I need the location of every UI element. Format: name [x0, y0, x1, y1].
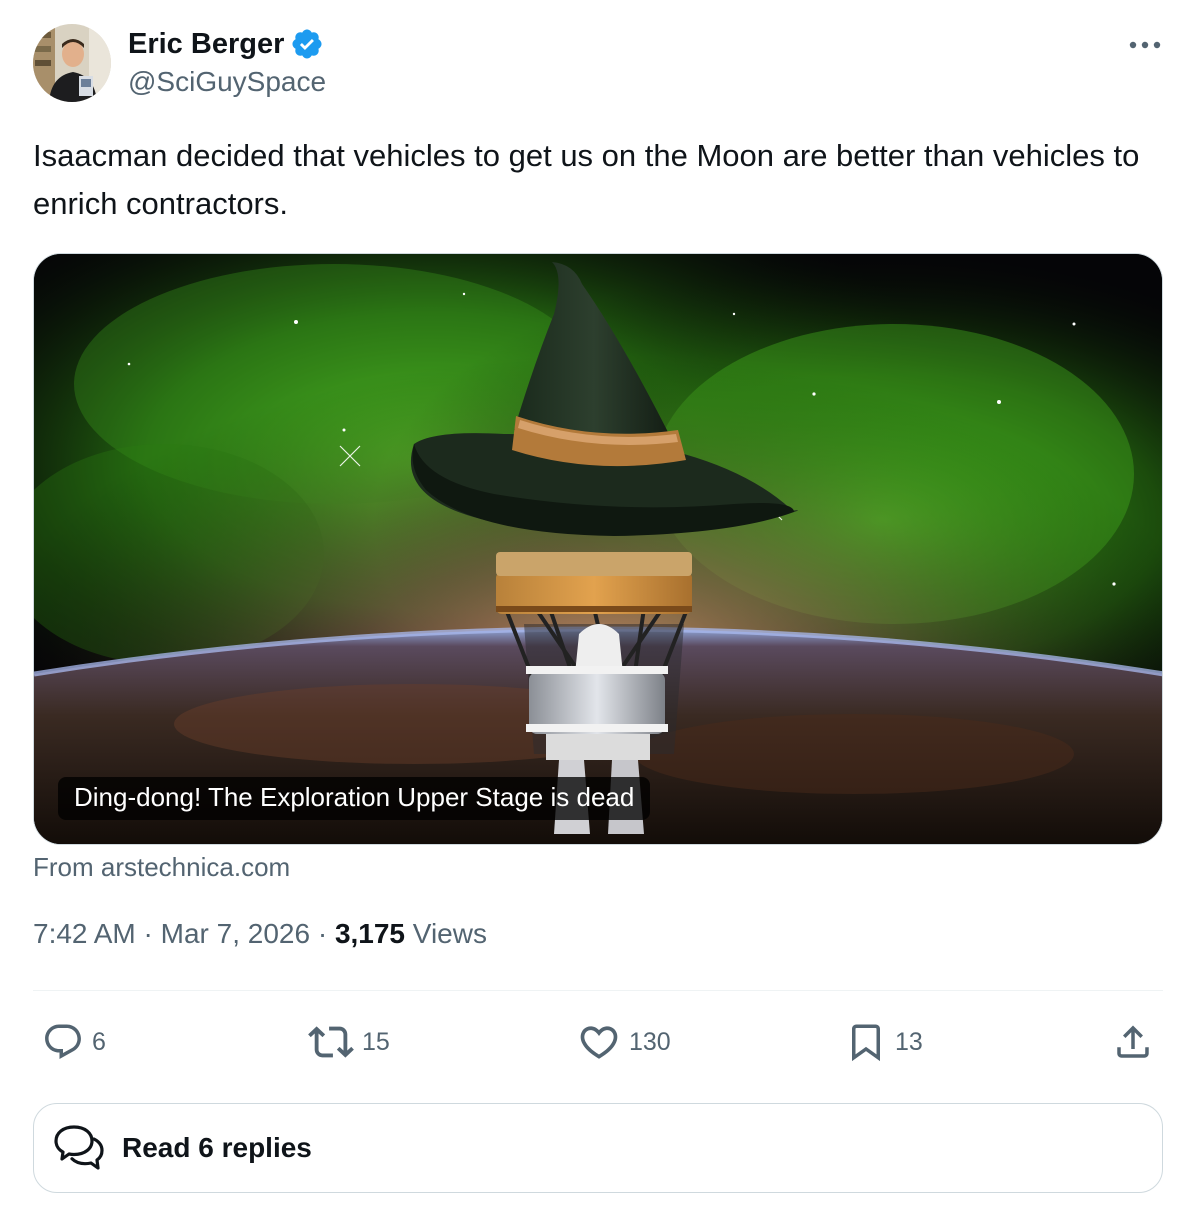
reply-icon — [45, 1024, 81, 1059]
meta-separator: · — [135, 918, 161, 949]
read-replies-label: Read 6 replies — [122, 1132, 312, 1163]
retweet-icon — [308, 1026, 354, 1058]
reply-count: 6 — [92, 1027, 106, 1056]
more-icon — [1129, 41, 1161, 49]
display-name[interactable]: Eric Berger — [128, 28, 284, 61]
more-button[interactable] — [1124, 30, 1166, 60]
media-card[interactable]: Ding-dong! The Exploration Upper Stage i… — [33, 253, 1163, 845]
tweet-date[interactable]: Mar 7, 2026 — [161, 918, 310, 949]
tweet: Eric Berger @SciGuySpace Isaacman decide… — [0, 0, 1196, 1212]
verified-badge-icon[interactable] — [290, 27, 324, 61]
handle[interactable]: @SciGuySpace — [128, 66, 326, 98]
bookmark-icon — [852, 1024, 880, 1062]
chat-bubbles-icon — [54, 1125, 104, 1170]
media-image — [34, 254, 1162, 844]
tweet-text: Isaacman decided that vehicles to get us… — [33, 138, 1148, 221]
media-source-link[interactable]: From arstechnica.com — [33, 852, 290, 883]
media-caption: Ding-dong! The Exploration Upper Stage i… — [58, 777, 651, 820]
action-bar: 6 15 130 13 — [0, 1010, 1196, 1074]
views-count: 3,175 — [334, 918, 406, 949]
views-label: Views — [405, 918, 487, 949]
tweet-meta: 7:42 AM · Mar 7, 2026 · 3,175 Views — [33, 918, 487, 950]
display-name-row: Eric Berger — [128, 22, 326, 66]
share-button[interactable] — [1112, 1010, 1154, 1074]
divider — [33, 990, 1163, 991]
share-icon — [1117, 1025, 1149, 1058]
retweet-count: 15 — [362, 1027, 390, 1056]
meta-separator: · — [310, 918, 335, 949]
retweet-button[interactable]: 15 — [308, 1010, 390, 1074]
bookmark-count: 13 — [895, 1027, 923, 1056]
like-icon — [580, 1026, 618, 1059]
tweet-time[interactable]: 7:42 AM — [33, 918, 136, 949]
avatar[interactable] — [33, 24, 111, 102]
bookmark-button[interactable]: 13 — [845, 1010, 923, 1074]
like-count: 130 — [629, 1027, 671, 1056]
author-info: Eric Berger @SciGuySpace — [128, 22, 326, 98]
like-button[interactable]: 130 — [577, 1010, 671, 1074]
reply-button[interactable]: 6 — [42, 1010, 106, 1074]
read-replies-button[interactable]: Read 6 replies — [33, 1103, 1163, 1193]
